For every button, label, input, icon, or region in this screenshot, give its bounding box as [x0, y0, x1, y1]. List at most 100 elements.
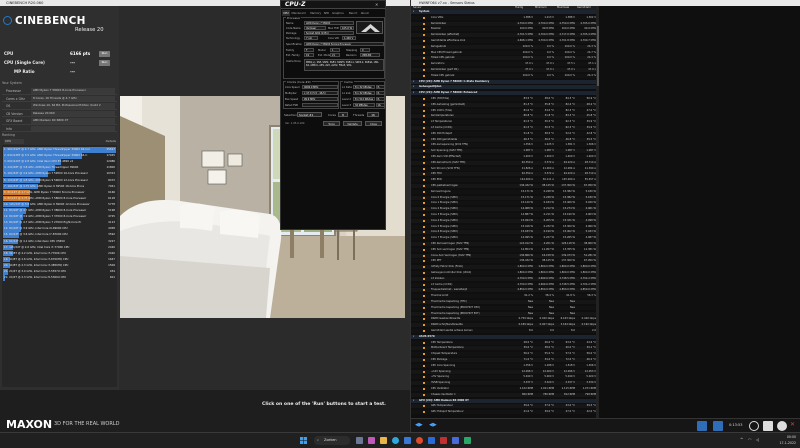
expand-icon[interactable]: ▾ [413, 10, 414, 14]
run-cpu-button[interactable]: Run [99, 51, 110, 57]
ranking-row[interactable]: 14. 8C/16T @ 3.9 GHz, Intel Core i9-9900… [3, 226, 116, 232]
sensor-row[interactable]: Kernklokken (effectief) 4,701.5 MHz 4,700.… [411, 33, 596, 38]
sensor-row[interactable]: Chipset Temperature 56.0 °C 55.0 °C 57.0 °C… [411, 352, 596, 357]
sensor-row[interactable]: SoC Stroom (SVI2 TFN) 11.826 A 11.000 A 12.… [411, 166, 596, 171]
sensor-row[interactable]: Max CPU/Thread gebruik 100.0 % 0.0 % 100.0 … [411, 50, 596, 55]
sensor-row[interactable]: Chassis Ventilator 1 800 RPM 780 RPM 812 RP… [411, 392, 596, 397]
sensor-row[interactable]: CPU TDC 92.350 A 3.372 A 94.220 A 28.710 A [411, 172, 596, 177]
sensor-scrollbar[interactable] [596, 6, 599, 418]
sensor-row[interactable]: Busklok 100.0 MHz 99.8 MHz 100.0 MHz 99.9 MH… [411, 27, 596, 32]
hwinfo-task-icon[interactable] [452, 437, 459, 444]
sensor-row[interactable]: Geheugencontroller Klok (UCLK) 1,800.0 MH… [411, 271, 596, 275]
sensor-row[interactable]: Motherboard Temperature 39.0 °C 38.0 °C 40.… [411, 346, 596, 351]
sensor-row[interactable]: Core 1 Energie (SMU) 15.120 W 0.184 W 15.40… [411, 201, 596, 206]
sensor-row[interactable]: CPU-Kern VID (Effectief) 1.400 V 1.400 V 1.… [411, 155, 596, 159]
sensor-row[interactable]: Infinity Fabric Klok (FCLK) 1,800.0 MHz 1,… [411, 265, 596, 270]
sensor-row[interactable]: GPU Hotspot Temperatuur 41.0 °C 39.0 °C 47.… [411, 410, 596, 415]
ranking-row[interactable]: 21. 2C/4T @ 3.0 GHz, Intel Core i7-5557U… [3, 269, 116, 275]
sensor-row[interactable]: +5V Spanning 5.040 V 5.000 V 5.040 V 5.020 V [411, 375, 596, 380]
sensor-group-header[interactable]: ▾ GPU [#0]: AMD Radeon RX 6800 XT [411, 398, 596, 403]
sensor-row[interactable]: Thermische beperking (PROCHOT EXT) Nee Nee… [411, 311, 596, 316]
clock-icon[interactable] [749, 421, 759, 431]
cpuz-tab[interactable]: SPD [323, 10, 331, 16]
ranking-row[interactable]: 3. 60C/120T @ 2.8 GHz, Intel Xeon CPU E7… [3, 159, 116, 165]
sensor-row[interactable]: Kerngebruik 100.0 % 0.0 % 100.0 % 24.3 % [411, 44, 596, 49]
cpuz-task-icon[interactable] [440, 437, 447, 444]
cpuz-tab[interactable]: Graphics [331, 10, 345, 16]
sensor-row[interactable]: 3VSB Spanning 3.337 V 3.320 V 3.337 V 3.330 … [411, 381, 596, 386]
sensor-row[interactable]: Thermal Limit 91.2 % 38.4 % 91.8 % 56.3 % [411, 294, 596, 299]
sensor-group-header[interactable]: ▾ CPU [#0]: AMD Ryzen 7 5800X: Enhanced [411, 91, 596, 96]
sensor-row[interactable]: L3 Cache (CCD1) 4,700.0 MHz 4,699.6 MHz 4,7… [411, 282, 596, 287]
scrollbar-thumb[interactable] [596, 26, 599, 86]
sensor-row[interactable]: CPU Package 71.0 °C 34.0 °C 72.0 °C 46.2 °C [411, 358, 596, 362]
ranking-row[interactable]: 7. 16C/32T @ 4.75 GHz, AMD Ryzen 9 3950X… [3, 183, 116, 190]
sensor-row[interactable]: CPU Kernvermogen (SVI2 TFN) 124.012 W 4.20… [411, 242, 596, 246]
sensor-row[interactable]: CPU CCD1 (Tdie) 81.0 °C 34.0 °C 82.3 °C 47.0… [411, 108, 596, 113]
ranking-row[interactable]: 20. 4C/8T @ 2.3 GHz, Intel Core i7-4850H… [3, 262, 116, 269]
sensor-row[interactable]: Gemiddelde effectieve klok 4,698.1 MHz 4,7… [411, 39, 596, 43]
cinebench-task-icon[interactable] [428, 437, 435, 444]
ranking-row[interactable]: 11. 8C/16T @ 4.7 GHz, AMD Ryzen 7 3800X … [3, 208, 116, 214]
sensor-row[interactable]: L3 klokken 4,700.0 MHz 4,699.6 MHz 4,748.5 … [411, 276, 596, 281]
sensor-row[interactable]: SoC Spanning (SVI2 TFN) 1.087 V 1.087 V 1.0… [411, 149, 596, 154]
sensor-group-header[interactable]: ▾ CPU [#0]: AMD Ryzen 7 5800X: C-State Re… [411, 79, 596, 84]
sensor-row[interactable]: Core 6 Energie (SMU) 15.183 W 0.199 W 15.40… [411, 230, 596, 235]
sensor-row[interactable]: Core+SoC Vermogen (SVI2 TFN) 136.866 W 16.… [411, 253, 596, 258]
tray-chevron-icon[interactable]: ^ [740, 437, 743, 442]
sensor-row[interactable]: CPU Temperature 28.0 °C 26.0 °C 63.0 °C 44.6… [411, 340, 596, 345]
sensor-row[interactable]: Thermische beperking (HTC) Nee Nee Nee [411, 300, 596, 304]
sensor-row[interactable]: CPU Core Spanning 1.356 V 1.188 V 1.518 V 1.… [411, 363, 596, 368]
ranking-row[interactable]: 12. 8C/16T @ 3.9 GHz, AMD Ryzen 7 3700X … [3, 214, 116, 220]
cpuz-titlebar[interactable]: CPU-Z ✕ [281, 1, 385, 9]
ranking-row[interactable]: 10. 12C/24T @ 3.8 GHz, AMD Ryzen 9 3900X… [3, 201, 116, 208]
expand-icon[interactable]: ▾ [413, 80, 414, 84]
sensor-row[interactable]: Core 3 Energie (SMU) 14.887 W 0.211 W 15.19… [411, 213, 596, 217]
chat-icon[interactable] [368, 437, 375, 444]
details-toggle[interactable]: Details [90, 139, 116, 144]
sensor-row[interactable]: Kernvermogens 15.171 W 0.248 W 15.382 W 5.18… [411, 189, 596, 194]
wifi-icon[interactable]: ◠ [748, 437, 752, 442]
ranking-row[interactable]: 6. 12C/24T @ 4.8 GHz, AMD Ryzen 9 5900X … [3, 177, 116, 184]
cpuz-tab[interactable]: Bench [348, 10, 359, 16]
expand-icon[interactable]: ▾ [413, 335, 414, 339]
sensor-row[interactable]: Frequentielimiet - wereldwijd 4,850.0 MHz… [411, 288, 596, 293]
taskbar-search[interactable]: ⌕ Zoeken [314, 436, 350, 445]
task-view-icon[interactable] [356, 437, 363, 444]
app-task-icon[interactable] [464, 437, 471, 444]
sensor-row[interactable]: Gemiddeld aantal actieve kernen 8.0 0.0 8.0… [411, 329, 596, 333]
ranking-row[interactable]: 16. 6C/12T @ 4.1 GHz, Intel Xeon CPU X56… [3, 238, 116, 245]
sensor-row[interactable]: Kerntemperaturen 80.8 °C 31.8 °C 83.3 °C 45.… [411, 114, 596, 119]
ranking-row[interactable]: 9. 8C/16T @ 4.75 GHz, AMD Ryzen 7 5800X … [3, 195, 116, 202]
sensor-row[interactable]: CPU PPT 136.432 W 38.125 W 137.300 W 67.950 … [411, 259, 596, 264]
close-icon[interactable]: ✕ [375, 2, 378, 7]
ranking-row[interactable]: 5. 16C/32T @ 4.9 GHz, AMD Ryzen 7 5950X … [3, 171, 116, 177]
run-single-button[interactable]: Run [99, 60, 110, 66]
close-button[interactable]: Close [365, 121, 382, 126]
sensor-row[interactable]: Core 0 Energie (SMU) 15.171 W 0.248 W 15.38… [411, 195, 596, 200]
ranking-row[interactable]: 13. 8C/16T @ 4.7 GHz, AMD Ryzen 7 2700X … [3, 220, 116, 226]
sensor-row[interactable]: CPU Ventilator 1,102 RPM 1,021 RPM 1,115 RP… [411, 387, 596, 391]
sensor-row[interactable]: Core 5 Energie (SMU) 15.016 W 0.232 W 15.30… [411, 224, 596, 229]
sensor-row[interactable]: CPU SoC-vermogen (SVI2 TFN) 12.854 W 11.95… [411, 247, 596, 252]
exit-icon[interactable]: ✕ [790, 421, 795, 428]
sensor-group-header[interactable]: ▾ Geheugentijden [411, 85, 596, 90]
ranking-row[interactable]: 1. 96C/192T @ 2.7 GHz, AMD Ryzen Threadr… [3, 147, 116, 153]
sensor-row[interactable]: DRAM leesbandbreedte 0.759 Gbps 0.020 Gbps… [411, 317, 596, 322]
clock[interactable]: 00:00 17-1-2022 [770, 435, 797, 447]
edge-icon[interactable] [392, 437, 399, 444]
sensor-row[interactable]: +12V Spanning 12.096 V 12.000 V 12.096 V 12.… [411, 369, 596, 374]
sensor-row[interactable]: CPU EDC 144.000 A 30.111 A 145.000 A 55.457 … [411, 178, 596, 183]
sensor-row[interactable]: CPU-Kernstroom (SVI2 TFN) 92.350 A 3.372 A… [411, 160, 596, 165]
network-icon[interactable] [697, 421, 707, 431]
sensor-row[interactable]: Totaal CPU gebruik 100.0 % 0.0 % 100.0 % 24.… [411, 73, 596, 78]
sensor-row[interactable]: Totaal CPU-gebruik 100.0 % 0.0 % 100.0 % 24.… [411, 56, 596, 61]
sensor-row[interactable]: Core 4 Energie (SMU) 15.094 W 0.205 W 15.32… [411, 218, 596, 223]
ranking-row[interactable]: 8. 8C/16T @ 4.7 GHz, AMD Ryzen 7 5800X 8… [3, 189, 116, 196]
sensor-row[interactable]: Core VIDs 1.388 V 1.213 V 1.388 V 1.302 V [411, 15, 596, 20]
sensor-row[interactable]: CPU-pakketvermogen 136.432 W 38.125 W 137.3… [411, 184, 596, 188]
sensor-row[interactable]: GPU Temperatuur 39.0 °C 37.0 °C 43.0 °C 39.5… [411, 404, 596, 409]
ranking-row[interactable]: 19. 4C/8T @ 2.6 GHz, Intel Core i7-6700H… [3, 256, 116, 263]
socket-select[interactable]: Socket #1 [297, 112, 322, 117]
file-explorer-icon[interactable] [380, 437, 387, 444]
